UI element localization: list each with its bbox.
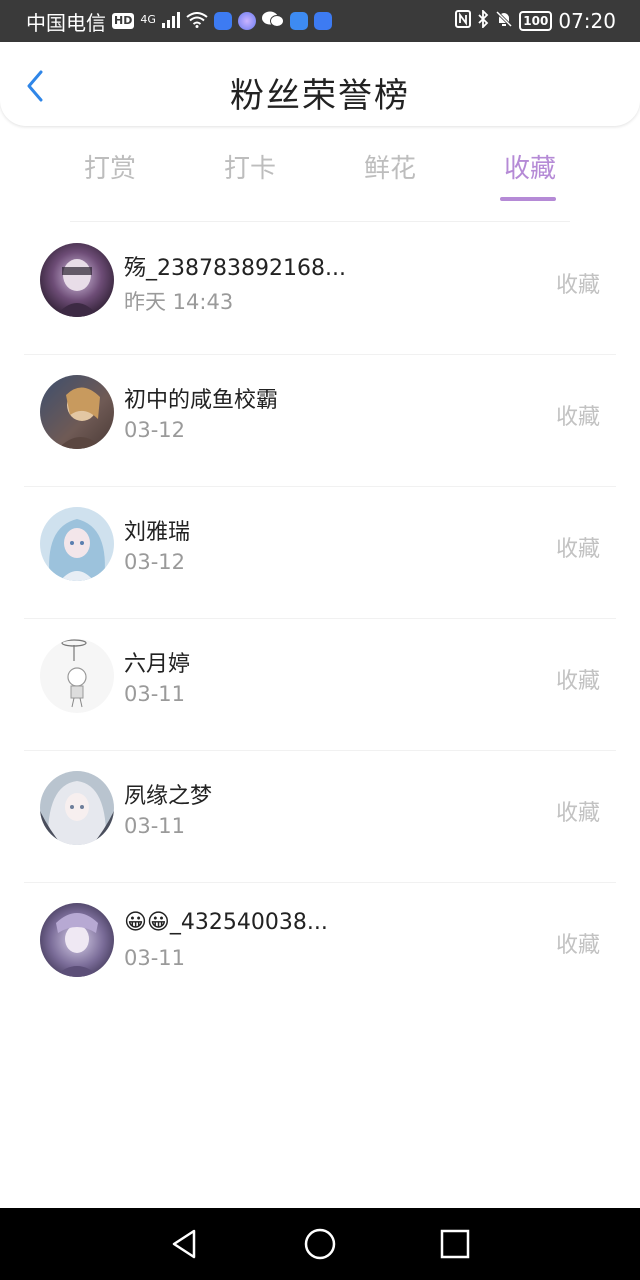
fan-time: 03-12 bbox=[124, 550, 186, 574]
status-bar: 中国电信 HD 4G 100 07:20 bbox=[0, 0, 640, 42]
fan-name: 殇_238783892168... bbox=[124, 256, 346, 281]
battery-indicator: 100 bbox=[519, 11, 553, 31]
fan-name: 刘雅瑞 bbox=[124, 520, 191, 545]
tab-tip[interactable]: 打赏 bbox=[50, 148, 170, 185]
network-label: 4G bbox=[140, 12, 156, 26]
avatar[interactable] bbox=[40, 771, 114, 845]
nav-back-button[interactable] bbox=[166, 1226, 202, 1262]
orb-app-icon bbox=[237, 12, 256, 30]
action-label: 收藏 bbox=[555, 273, 600, 298]
status-left: 中国电信 HD 4G bbox=[26, 7, 332, 36]
list-item[interactable]: 刘雅瑞 03-12 收藏 bbox=[0, 486, 640, 618]
active-tab-indicator bbox=[500, 197, 556, 201]
signal-icon bbox=[161, 9, 180, 33]
list-item[interactable]: 夙缘之梦 03-11 收藏 bbox=[0, 750, 640, 882]
fan-list: 殇_238783892168... 昨天 14:43 收藏 初中的咸鱼校霸 03… bbox=[0, 222, 640, 1014]
action-label: 收藏 bbox=[555, 405, 600, 430]
wifi-icon bbox=[186, 9, 208, 33]
fan-time: 03-11 bbox=[124, 946, 186, 970]
action-label: 收藏 bbox=[555, 537, 600, 562]
list-item[interactable]: 六月婷 03-11 收藏 bbox=[0, 618, 640, 750]
fan-name: 😀😀_432540038... bbox=[124, 910, 328, 935]
nav-home-button[interactable] bbox=[302, 1226, 338, 1262]
mute-bell-icon bbox=[495, 9, 513, 33]
tab-flowers[interactable]: 鲜花 bbox=[330, 148, 450, 185]
triangle-back-icon bbox=[166, 1229, 202, 1266]
avatar[interactable] bbox=[40, 507, 114, 581]
nav-recents-button[interactable] bbox=[437, 1226, 473, 1262]
bulb-app-icon-2 bbox=[313, 12, 332, 30]
page-header: 粉丝荣誉榜 bbox=[0, 42, 640, 126]
avatar[interactable] bbox=[40, 375, 114, 449]
page-title: 粉丝荣誉榜 bbox=[230, 76, 410, 116]
tab-favorites-label: 收藏 bbox=[503, 154, 556, 184]
fan-time: 03-12 bbox=[124, 418, 186, 442]
avatar[interactable] bbox=[40, 243, 114, 317]
list-item[interactable]: 殇_238783892168... 昨天 14:43 收藏 bbox=[0, 222, 640, 354]
wechat-icon bbox=[261, 9, 284, 33]
fan-name: 初中的咸鱼校霸 bbox=[124, 388, 279, 413]
avatar[interactable] bbox=[40, 903, 114, 977]
fan-name: 夙缘之梦 bbox=[124, 784, 213, 809]
hd-badge: HD bbox=[112, 13, 135, 29]
fan-name: 六月婷 bbox=[124, 652, 191, 677]
bluetooth-icon bbox=[477, 8, 489, 33]
fan-time: 03-11 bbox=[124, 682, 186, 706]
nfc-icon bbox=[455, 9, 472, 33]
tab-bar: 打赏 打卡 鲜花 收藏 bbox=[40, 140, 600, 210]
list-item[interactable]: 初中的咸鱼校霸 03-12 收藏 bbox=[0, 354, 640, 486]
action-label: 收藏 bbox=[555, 669, 600, 694]
avatar[interactable] bbox=[40, 639, 114, 713]
cloud-app-icon bbox=[289, 12, 308, 30]
square-recents-icon bbox=[437, 1229, 473, 1266]
clock: 07:20 bbox=[558, 9, 616, 33]
system-nav-bar bbox=[0, 1208, 640, 1280]
action-label: 收藏 bbox=[555, 801, 600, 826]
fan-time: 昨天 14:43 bbox=[124, 290, 234, 314]
action-label: 收藏 bbox=[555, 933, 600, 958]
fan-time: 03-11 bbox=[124, 814, 186, 838]
list-item[interactable]: 😀😀_432540038... 03-11 收藏 bbox=[0, 882, 640, 1014]
tab-checkin[interactable]: 打卡 bbox=[190, 148, 310, 185]
tab-favorites[interactable]: 收藏 bbox=[470, 148, 590, 201]
carrier-label: 中国电信 bbox=[26, 10, 106, 35]
circle-home-icon bbox=[302, 1228, 338, 1266]
status-right: 100 07:20 bbox=[455, 8, 616, 33]
bulb-app-icon bbox=[213, 12, 232, 30]
